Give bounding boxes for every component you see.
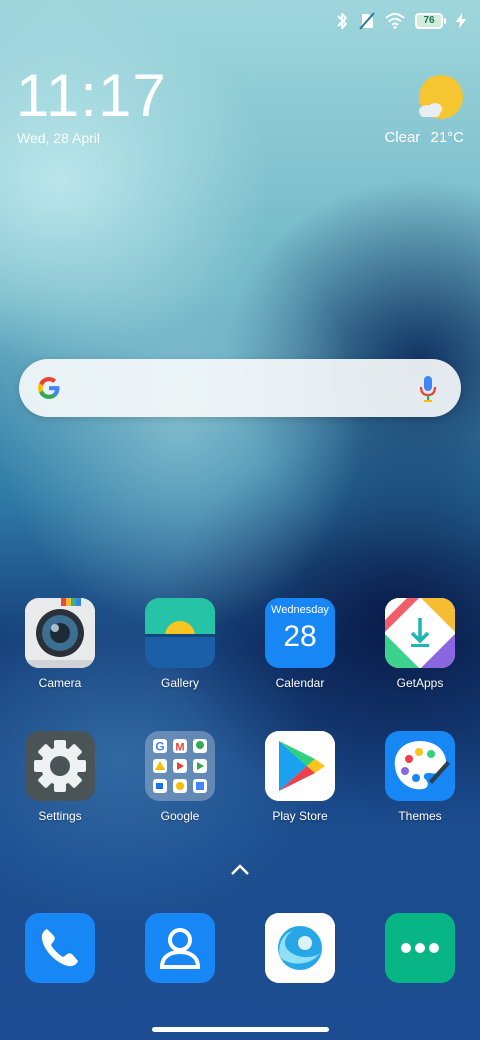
app-label-getapps: GetApps (396, 676, 444, 690)
svg-text:G: G (155, 740, 164, 754)
svg-text:M: M (175, 742, 184, 754)
app-google-folder[interactable]: G M Google (130, 731, 230, 823)
getapps-icon (385, 598, 455, 668)
google-search-bar[interactable] (19, 359, 461, 417)
app-settings[interactable]: Settings (10, 731, 110, 823)
camera-icon (25, 598, 95, 668)
app-label-gallery: Gallery (160, 676, 199, 690)
app-gallery[interactable]: Gallery (130, 598, 230, 690)
microphone-icon[interactable] (419, 375, 437, 403)
app-play-store[interactable]: Play Store (250, 731, 350, 823)
app-getapps[interactable]: GetApps (370, 598, 470, 690)
gear-icon (25, 731, 95, 801)
app-label-google: Google (160, 809, 200, 823)
chevron-up-icon[interactable] (228, 860, 252, 880)
gallery-icon (145, 598, 215, 668)
dock-phone[interactable] (10, 913, 110, 983)
google-folder-icon: G M (145, 731, 215, 801)
weather-condition: Clear (384, 129, 421, 146)
charging-bolt-icon (456, 13, 466, 29)
clock-time[interactable]: 11:17 (16, 64, 167, 128)
dock-messages[interactable] (370, 913, 470, 983)
wifi-icon (385, 13, 405, 29)
dock-browser[interactable] (250, 913, 350, 983)
browser-icon (265, 913, 335, 983)
dock-contacts[interactable] (130, 913, 230, 983)
messages-icon (385, 913, 455, 983)
app-label-camera: Camera (38, 676, 82, 690)
contacts-icon (145, 913, 215, 983)
clock-date[interactable]: Wed, 28 April (17, 130, 100, 146)
weather-temperature: 21°C (430, 129, 464, 146)
gesture-navigation-bar[interactable] (152, 1027, 329, 1032)
sun-with-cloud-icon[interactable] (416, 74, 464, 122)
app-label-settings: Settings (38, 809, 82, 823)
app-label-play-store: Play Store (272, 809, 328, 823)
calendar-day: 28 (283, 620, 317, 653)
palette-icon (385, 731, 455, 801)
weather-summary[interactable]: Clear 21°C (384, 129, 464, 146)
phone-icon (25, 913, 95, 983)
app-themes[interactable]: Themes (370, 731, 470, 823)
calendar-icon: Wednesday 28 (265, 598, 335, 668)
status-bar: 76 (335, 10, 466, 32)
battery-icon: 76 (415, 13, 446, 29)
no-sim-icon (359, 12, 375, 30)
battery-level: 76 (415, 13, 443, 29)
app-label-themes: Themes (398, 809, 442, 823)
app-camera[interactable]: Camera (10, 598, 110, 690)
app-calendar[interactable]: Wednesday 28 Calendar (250, 598, 350, 690)
play-store-icon (265, 731, 335, 801)
calendar-weekday: Wednesday (271, 604, 329, 616)
bluetooth-icon (337, 13, 347, 29)
google-g-icon (38, 377, 60, 399)
app-label-calendar: Calendar (275, 676, 325, 690)
